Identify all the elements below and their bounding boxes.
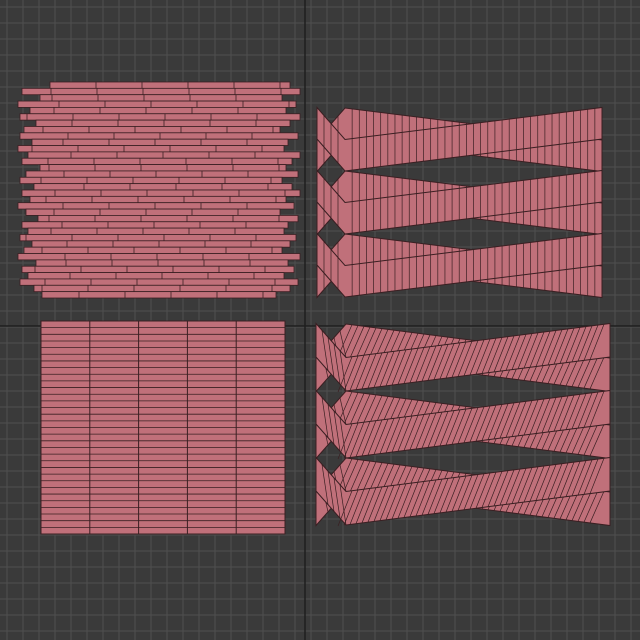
plank-row [17,253,301,261]
plank-row [37,215,299,223]
plank-row [19,234,297,242]
plank-row [19,113,301,121]
plank-row [27,272,285,280]
plank-row [31,138,289,146]
plank-row [21,265,295,273]
modeling-viewport[interactable] [0,0,640,640]
plank-row [41,291,277,299]
plank-row [25,208,281,216]
plank-row [27,151,301,159]
plank-row [39,164,287,172]
plank-row [23,246,283,254]
plank-row [21,87,301,96]
plank-row [19,132,299,140]
plank-row [49,81,291,89]
plank-row [29,107,287,115]
herringbone-tile[interactable] [316,106,603,299]
plank-row [19,278,299,286]
plank-row [39,94,283,102]
plank-row [17,100,297,108]
plank-row [21,157,293,165]
chevron-tile[interactable] [315,322,611,527]
plank-row [19,176,283,185]
staggered-plank-tile[interactable] [17,81,301,299]
plank-row [33,183,293,191]
plank-row [17,202,295,210]
plank-row [25,170,299,178]
plank-row [35,119,291,127]
plank-row [33,284,291,293]
plank-row [23,126,281,134]
plank-row [21,189,301,197]
parallel-plank-tile[interactable] [40,320,286,535]
plank-row [27,227,285,235]
plank-row [29,195,287,204]
plank-row [17,145,285,153]
